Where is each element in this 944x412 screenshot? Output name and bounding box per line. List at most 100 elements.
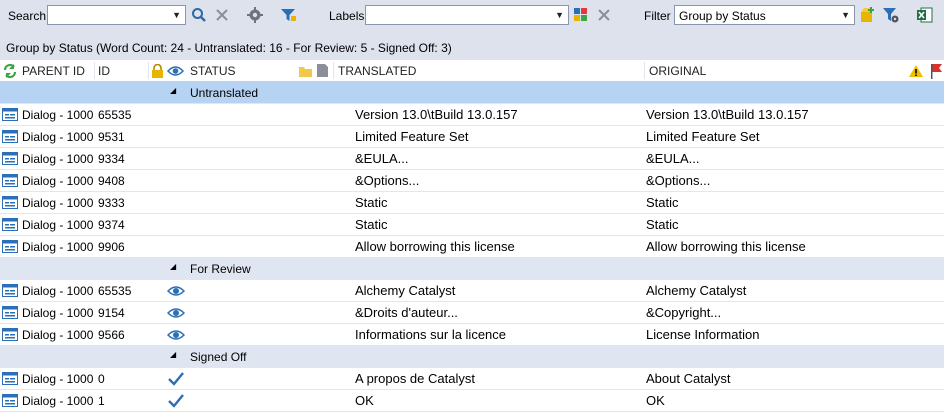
translated-cell[interactable]: OK: [355, 393, 374, 408]
parent-id-cell: Dialog - 1000: [22, 284, 94, 298]
col-status[interactable]: STATUS: [190, 64, 236, 78]
checkmark-icon: [168, 394, 184, 408]
id-cell: 9374: [98, 218, 125, 232]
parent-id-cell: Dialog - 1000: [22, 328, 94, 342]
table-row[interactable]: Dialog - 1000 0 A propos de Catalyst Abo…: [0, 368, 944, 390]
translated-cell[interactable]: Limited Feature Set: [355, 129, 468, 144]
col-original[interactable]: ORIGINAL: [649, 64, 706, 78]
translated-cell[interactable]: Static: [355, 195, 388, 210]
dialog-item-icon: [2, 372, 18, 385]
parent-id-cell: Dialog - 1000: [22, 306, 94, 320]
translated-cell[interactable]: Version 13.0\tBuild 13.0.157: [355, 107, 518, 122]
original-cell: Static: [646, 217, 679, 232]
id-cell: 65535: [98, 284, 132, 298]
col-id[interactable]: ID: [98, 64, 110, 78]
filter-combo[interactable]: Group by Status ▼: [674, 5, 855, 25]
table-row[interactable]: Dialog - 1000 9334 &EULA... &EULA...: [0, 148, 944, 170]
warning-icon[interactable]: [908, 64, 924, 78]
flag-icon[interactable]: [929, 63, 943, 79]
checkmark-icon: [168, 372, 184, 386]
document-icon[interactable]: [316, 63, 329, 78]
excel-export-icon[interactable]: [916, 6, 934, 24]
funnel-settings-icon[interactable]: [882, 6, 900, 24]
add-filter-icon[interactable]: [858, 6, 876, 24]
chevron-down-icon[interactable]: ▼: [555, 10, 564, 20]
dialog-item-icon: [2, 152, 18, 165]
id-cell: 9531: [98, 130, 125, 144]
table-row[interactable]: Dialog - 1000 9906 Allow borrowing this …: [0, 236, 944, 258]
clear-labels-icon[interactable]: [595, 6, 613, 24]
sync-icon[interactable]: [2, 63, 18, 79]
translated-cell[interactable]: &EULA...: [355, 151, 408, 166]
col-parent-id[interactable]: PARENT ID: [22, 64, 85, 78]
id-cell: 9408: [98, 174, 125, 188]
parent-id-cell: Dialog - 1000: [22, 174, 94, 188]
dialog-item-icon: [2, 196, 18, 209]
filter-icon[interactable]: [279, 6, 297, 24]
dialog-item-icon: [2, 174, 18, 187]
chevron-down-icon[interactable]: ▼: [841, 10, 850, 20]
parent-id-cell: Dialog - 1000: [22, 240, 94, 254]
dialog-item-icon: [2, 394, 18, 407]
original-cell: Allow borrowing this license: [646, 239, 806, 254]
id-cell: 9333: [98, 196, 125, 210]
dialog-item-icon: [2, 240, 18, 253]
dialog-item-icon: [2, 284, 18, 297]
chevron-down-icon[interactable]: ▼: [172, 10, 181, 20]
group-row-signed-off[interactable]: ◢ Signed Off: [0, 346, 944, 368]
translated-cell[interactable]: A propos de Catalyst: [355, 371, 475, 386]
search-input[interactable]: ▼: [47, 5, 186, 25]
parent-id-cell: Dialog - 1000: [22, 130, 94, 144]
id-cell: 9154: [98, 306, 125, 320]
eye-icon[interactable]: [167, 64, 184, 78]
translated-cell[interactable]: Allow borrowing this license: [355, 239, 515, 254]
translated-cell[interactable]: Alchemy Catalyst: [355, 283, 455, 298]
table-row[interactable]: Dialog - 1000 9374 Static Static: [0, 214, 944, 236]
group-info-bar: Group by Status (Word Count: 24 - Untran…: [0, 34, 944, 60]
dialog-item-icon: [2, 328, 18, 341]
group-row-untranslated[interactable]: ◢ Untranslated: [0, 82, 944, 104]
id-cell: 9906: [98, 240, 125, 254]
collapse-triangle-icon[interactable]: ◢: [170, 86, 176, 95]
table-row[interactable]: Dialog - 1000 9333 Static Static: [0, 192, 944, 214]
group-info-text: Group by Status (Word Count: 24 - Untran…: [6, 41, 452, 55]
original-cell: OK: [646, 393, 665, 408]
dialog-item-icon: [2, 108, 18, 121]
parent-id-cell: Dialog - 1000: [22, 152, 94, 166]
collapse-triangle-icon[interactable]: ◢: [170, 350, 176, 359]
toolbar: Search ▼ Labels ▼ Filter Group by Status…: [0, 0, 944, 34]
original-cell: License Information: [646, 327, 760, 342]
table-row[interactable]: Dialog - 1000 65535 Version 13.0\tBuild …: [0, 104, 944, 126]
original-cell: Version 13.0\tBuild 13.0.157: [646, 107, 809, 122]
original-cell: About Catalyst: [646, 371, 731, 386]
gear-icon[interactable]: [246, 6, 264, 24]
translated-cell[interactable]: &Options...: [355, 173, 419, 188]
dialog-item-icon: [2, 306, 18, 319]
labels-combo[interactable]: ▼: [365, 5, 569, 25]
table-row[interactable]: Dialog - 1000 1 OK OK: [0, 390, 944, 412]
search-label: Search: [8, 9, 47, 23]
table-row[interactable]: Dialog - 1000 65535 Alchemy Catalyst Alc…: [0, 280, 944, 302]
group-row-for-review[interactable]: ◢ For Review: [0, 258, 944, 280]
original-cell: &EULA...: [646, 151, 700, 166]
translated-cell[interactable]: Static: [355, 217, 388, 232]
folder-icon[interactable]: [298, 64, 313, 78]
clear-search-icon[interactable]: [213, 6, 231, 24]
table-row[interactable]: Dialog - 1000 9531 Limited Feature Set L…: [0, 126, 944, 148]
dialog-item-icon: [2, 218, 18, 231]
color-labels-icon[interactable]: [572, 6, 590, 24]
table-row[interactable]: Dialog - 1000 9566 Informations sur la l…: [0, 324, 944, 346]
column-header-row: PARENT ID ID STATUS TRANSLATED ORIGINAL: [0, 60, 944, 82]
collapse-triangle-icon[interactable]: ◢: [170, 262, 176, 271]
search-icon[interactable]: [190, 6, 208, 24]
col-translated[interactable]: TRANSLATED: [338, 64, 416, 78]
labels-label: Labels: [329, 9, 365, 23]
table-row[interactable]: Dialog - 1000 9408 &Options... &Options.…: [0, 170, 944, 192]
translated-cell[interactable]: Informations sur la licence: [355, 327, 506, 342]
eye-icon: [167, 330, 185, 340]
translated-cell[interactable]: &Droits d'auteur...: [355, 305, 458, 320]
id-cell: 65535: [98, 108, 132, 122]
original-cell: Static: [646, 195, 679, 210]
lock-icon[interactable]: [151, 64, 164, 78]
table-row[interactable]: Dialog - 1000 9154 &Droits d'auteur... &…: [0, 302, 944, 324]
